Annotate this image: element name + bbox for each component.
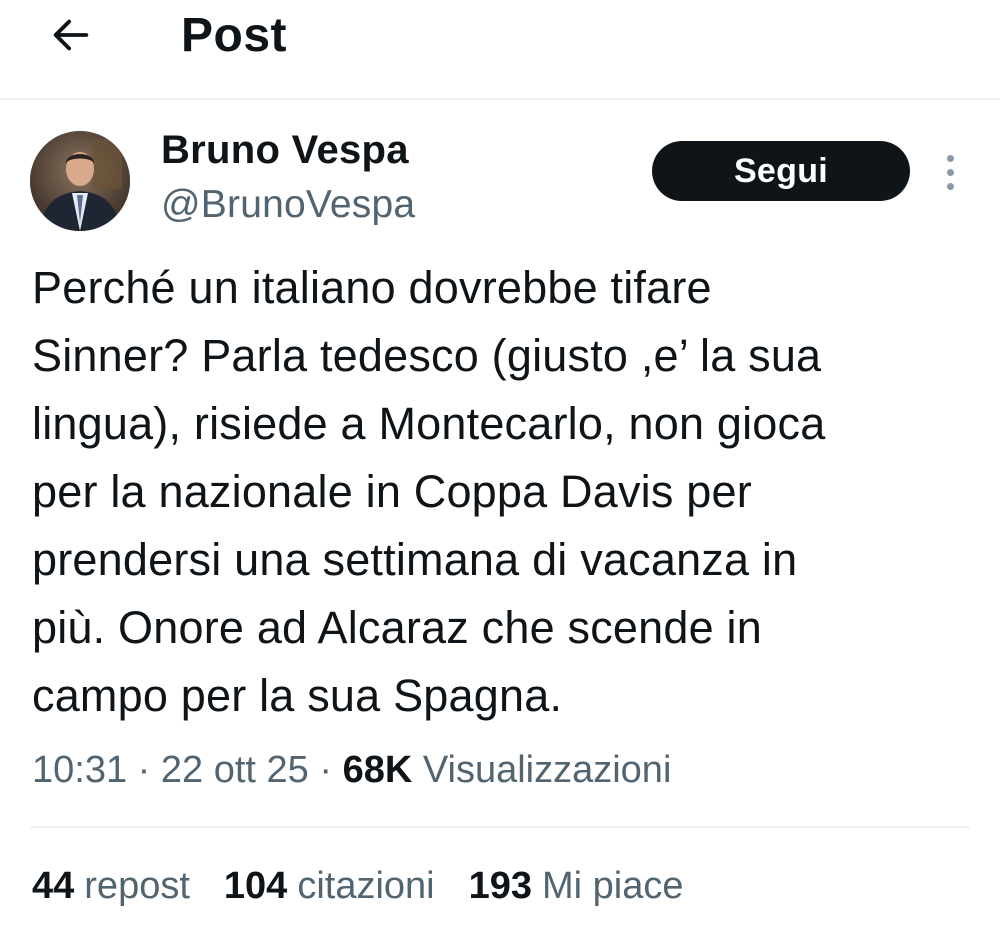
- post-time[interactable]: 10:31: [32, 749, 127, 791]
- top-bar: Post: [0, 0, 1000, 100]
- avatar-photo: [30, 131, 130, 231]
- page-title: Post: [181, 9, 288, 62]
- more-options-button[interactable]: [930, 148, 970, 196]
- reposts-label: repost: [84, 865, 190, 907]
- reposts-count: 44: [32, 865, 75, 907]
- avatar[interactable]: [30, 131, 130, 231]
- meta-separator: ·: [319, 749, 332, 791]
- quotes-count: 104: [223, 865, 288, 907]
- more-vertical-icon-dot: [946, 154, 954, 162]
- more-vertical-icon-dot: [946, 182, 954, 190]
- arrow-left-icon: [53, 19, 89, 51]
- more-vertical-icon-dot: [946, 168, 954, 176]
- divider: [30, 826, 970, 828]
- views-label: Visualizzazioni: [422, 749, 672, 791]
- author-display-name[interactable]: Bruno Vespa: [161, 124, 409, 176]
- back-button[interactable]: [42, 8, 100, 62]
- quotes-stat[interactable]: 104 citazioni: [224, 860, 435, 912]
- post-text: Perché un italiano dovrebbe tifare Sinne…: [32, 262, 826, 721]
- engagement-stats: 44 repost 104 citazioni 193 Mi piace: [32, 860, 684, 912]
- views-count: 68K: [342, 749, 413, 791]
- likes-stat[interactable]: 193 Mi piace: [469, 860, 684, 912]
- meta-separator: ·: [137, 749, 151, 791]
- follow-button[interactable]: Segui: [652, 141, 910, 201]
- post-date[interactable]: 22 ott 25: [161, 749, 309, 791]
- quotes-label: citazioni: [297, 865, 435, 907]
- reposts-stat[interactable]: 44 repost: [32, 860, 190, 912]
- likes-label: Mi piace: [542, 865, 684, 907]
- author-handle[interactable]: @BrunoVespa: [161, 180, 415, 230]
- post-meta: 10:31 · 22 ott 25 · 68K Visualizzazioni: [32, 744, 671, 796]
- likes-count: 193: [468, 865, 533, 907]
